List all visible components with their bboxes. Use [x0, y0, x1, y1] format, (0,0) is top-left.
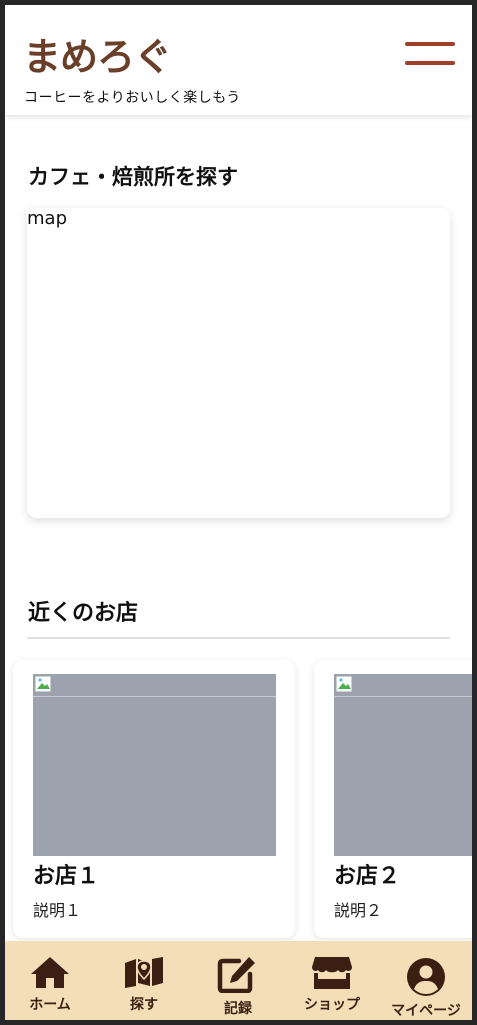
nav-item-record[interactable]: 記録	[198, 941, 278, 1020]
hamburger-menu-button[interactable]	[405, 42, 455, 66]
broken-image-icon	[34, 675, 52, 693]
shop-image	[33, 674, 276, 856]
nav-label-search: 探す	[130, 997, 158, 1013]
nav-label-shop: ショップ	[304, 997, 360, 1013]
shop-name: お店１	[33, 864, 100, 889]
nav-item-home[interactable]: ホーム	[10, 941, 90, 1020]
nearby-section-title: 近くのお店	[28, 601, 139, 626]
nav-label-record: 記録	[224, 1001, 252, 1017]
hamburger-menu-icon	[405, 61, 455, 65]
image-divider-line	[334, 696, 472, 697]
app-screen: まめろぐ コーヒーをよりおいしく楽しもう カフェ・焙煎所を探す map 近くのお…	[5, 5, 472, 1020]
shop-description: 説明１	[33, 901, 82, 920]
shop-description: 説明２	[334, 901, 383, 920]
user-circle-icon	[407, 958, 445, 996]
hamburger-menu-icon	[405, 42, 455, 46]
shop-card[interactable]: お店１ 説明１	[13, 660, 295, 938]
map-icon	[125, 957, 163, 988]
nav-label-home: ホーム	[29, 997, 71, 1013]
app-tagline: コーヒーをよりおいしく楽しもう	[24, 90, 241, 106]
home-icon	[31, 957, 69, 988]
app-logo[interactable]: まめろぐ	[23, 35, 172, 79]
edit-icon	[217, 957, 255, 993]
app-header: まめろぐ コーヒーをよりおいしく楽しもう	[5, 5, 472, 115]
map-placeholder-text: map	[27, 208, 67, 229]
shop-card[interactable]: お店２ 説明２	[314, 660, 472, 938]
bottom-navigation: ホーム 探す 記録 ショップ マイページ	[5, 941, 472, 1020]
broken-image-icon	[335, 675, 353, 693]
section-divider	[27, 637, 450, 639]
nav-item-shop[interactable]: ショップ	[292, 941, 372, 1020]
store-icon	[312, 957, 352, 989]
nav-item-search[interactable]: 探す	[104, 941, 184, 1020]
search-section-title: カフェ・焙煎所を探す	[28, 165, 238, 189]
nav-label-mypage: マイページ	[391, 1003, 461, 1019]
shop-image	[334, 674, 472, 856]
nav-item-mypage[interactable]: マイページ	[386, 941, 466, 1020]
image-divider-line	[33, 696, 276, 697]
map-area[interactable]: map	[27, 208, 450, 518]
shop-name: お店２	[334, 864, 401, 889]
